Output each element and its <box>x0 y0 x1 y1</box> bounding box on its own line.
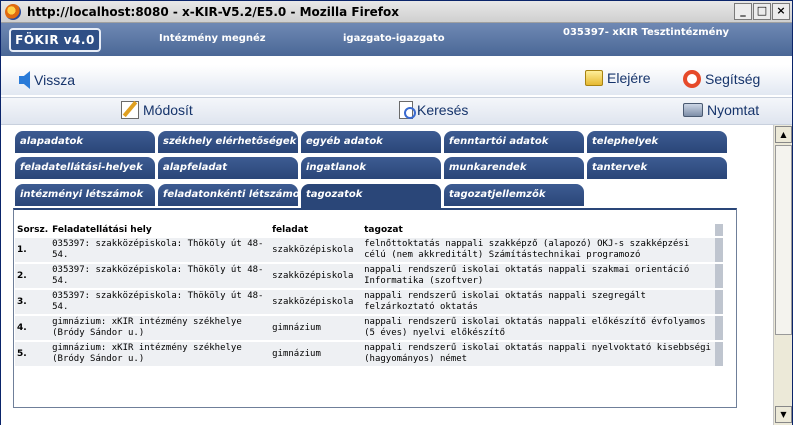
scroll-thumb[interactable] <box>775 145 792 335</box>
tab-telephelyek[interactable]: telephelyek <box>587 131 727 153</box>
col-header-feladat: feladat <box>270 224 363 236</box>
col-header-tagozat: tagozat <box>362 224 715 236</box>
action-toolbar: Módosít Keresés Nyomtat <box>1 97 792 125</box>
window-controls: _ □ × <box>734 3 790 20</box>
tab-tagozatjellemzok[interactable]: tagozatjellemzők <box>444 184 584 206</box>
lifebuoy-icon <box>683 70 701 88</box>
cell-hely: 035397: szakközépiskola: Thököly út 48-5… <box>50 264 271 288</box>
home-icon <box>585 70 603 86</box>
col-header-sorsz: Sorsz. <box>15 224 51 236</box>
print-button[interactable]: Nyomtat <box>683 102 759 118</box>
maximize-button[interactable]: □ <box>753 3 771 20</box>
search-label: Keresés <box>417 102 469 118</box>
cell-feladat: gimnázium <box>270 316 363 340</box>
cell-hely: 035397: szakközépiskola: Thököly út 48-5… <box>50 290 271 314</box>
tagozat-table: Sorsz. Feladatellátási hely feladat tago… <box>15 222 723 368</box>
tab-egyeb-adatok[interactable]: egyéb adatok <box>301 131 441 153</box>
cell-tagozat: nappali rendszerű iskolai oktatás nappal… <box>362 264 715 288</box>
cell-sorsz: 4. <box>15 316 51 340</box>
table-row[interactable]: 4. gimnázium: xKIR intézmény székhelye (… <box>15 316 723 340</box>
vertical-scrollbar[interactable]: ▲ ▼ <box>773 125 792 425</box>
home-label: Elejére <box>607 70 651 86</box>
cell-feladat: gimnázium <box>270 342 363 366</box>
search-button[interactable]: Keresés <box>399 101 468 119</box>
cell-feladat: szakközépiskola <box>270 238 363 262</box>
back-link[interactable]: Vissza <box>19 71 75 89</box>
tab-alapfeladat[interactable]: alapfeladat <box>158 157 298 179</box>
tab-tantervek[interactable]: tantervek <box>587 157 727 179</box>
close-button[interactable]: × <box>772 3 790 20</box>
row-edge <box>715 316 723 340</box>
cell-hely: gimnázium: xKIR intézmény székhelye (Bró… <box>50 316 271 340</box>
help-link[interactable]: Segítség <box>683 70 760 88</box>
tab-alapadatok[interactable]: alapadatok <box>15 131 155 153</box>
tab-szekhely-elerhetosegek[interactable]: székhely elérhetőségek <box>158 131 298 153</box>
tab-feladatellatasi-helyek[interactable]: feladatellátási-helyek <box>15 157 155 179</box>
col-header-hely: Feladatellátási hely <box>50 224 271 236</box>
table-row[interactable]: 1. 035397: szakközépiskola: Thököly út 4… <box>15 238 723 262</box>
print-label: Nyomtat <box>707 102 760 118</box>
cell-feladat: szakközépiskola <box>270 290 363 314</box>
printer-icon <box>683 103 703 117</box>
edit-button[interactable]: Módosít <box>121 101 193 119</box>
search-icon <box>399 101 416 119</box>
minimize-button[interactable]: _ <box>734 3 752 20</box>
row-edge <box>715 342 723 366</box>
cell-sorsz: 3. <box>15 290 51 314</box>
tab-ingatlanok[interactable]: ingatlanok <box>301 157 441 179</box>
row-edge <box>715 238 723 262</box>
row-edge <box>715 290 723 314</box>
back-label: Vissza <box>34 72 75 88</box>
table-row[interactable]: 3. 035397: szakközépiskola: Thököly út 4… <box>15 290 723 314</box>
firefox-icon <box>5 3 21 20</box>
cell-hely: 035397: szakközépiskola: Thököly út 48-5… <box>50 238 271 262</box>
row-edge <box>715 264 723 288</box>
tab-intezmenyi-letszamok[interactable]: intézményi létszámok <box>15 184 155 206</box>
cell-sorsz: 1. <box>15 238 51 262</box>
cell-tagozat: felnőttoktatás nappali szakképző (alapoz… <box>362 238 715 262</box>
home-link[interactable]: Elejére <box>585 70 651 86</box>
edit-label: Módosít <box>143 102 193 118</box>
nav-bar: Vissza Elejére Segítség <box>1 65 792 95</box>
row-edge <box>715 224 723 236</box>
cell-hely: gimnázium: xKIR intézmény székhelye (Bró… <box>50 342 271 366</box>
scroll-up-button[interactable]: ▲ <box>775 126 792 143</box>
cell-tagozat: nappali rendszerű iskolai oktatás nappal… <box>362 342 715 366</box>
window-title: http://localhost:8080 - x-KIR-V5.2/E5.0 … <box>27 4 399 19</box>
scroll-down-button[interactable]: ▼ <box>775 406 792 423</box>
table-row[interactable]: 5. gimnázium: xKIR intézmény székhelye (… <box>15 342 723 366</box>
table-row[interactable]: 2. 035397: szakközépiskola: Thököly út 4… <box>15 264 723 288</box>
back-arrow-icon <box>19 71 30 89</box>
cell-tagozat: nappali rendszerű iskolai oktatás nappal… <box>362 316 715 340</box>
tab-feladatonkenti-letszamok[interactable]: feladatonkénti létszámok <box>158 184 298 206</box>
title-bar: http://localhost:8080 - x-KIR-V5.2/E5.0 … <box>1 1 792 23</box>
cell-feladat: szakközépiskola <box>270 264 363 288</box>
help-label: Segítség <box>705 71 761 87</box>
browser-window: http://localhost:8080 - x-KIR-V5.2/E5.0 … <box>0 0 793 425</box>
edit-pencil-icon <box>121 101 139 119</box>
tab-fenntartoi-adatok[interactable]: fenntartói adatok <box>444 131 584 153</box>
institution-code: 035397- xKIR Tesztintézmény <box>563 27 730 38</box>
cell-sorsz: 2. <box>15 264 51 288</box>
cell-tagozat: nappali rendszerű iskolai oktatás nappal… <box>362 290 715 314</box>
app-logo: FÖKIR v4.0 <box>9 27 101 52</box>
app-header: FÖKIR v4.0 Intézmény megnéz igazgato-iga… <box>1 23 792 56</box>
user-name: igazgato-igazgato <box>343 33 445 44</box>
table-header-row: Sorsz. Feladatellátási hely feladat tago… <box>15 224 723 236</box>
page-title: Intézmény megnéz <box>159 33 266 44</box>
cell-sorsz: 5. <box>15 342 51 366</box>
tab-munkarendek[interactable]: munkarendek <box>444 157 584 179</box>
